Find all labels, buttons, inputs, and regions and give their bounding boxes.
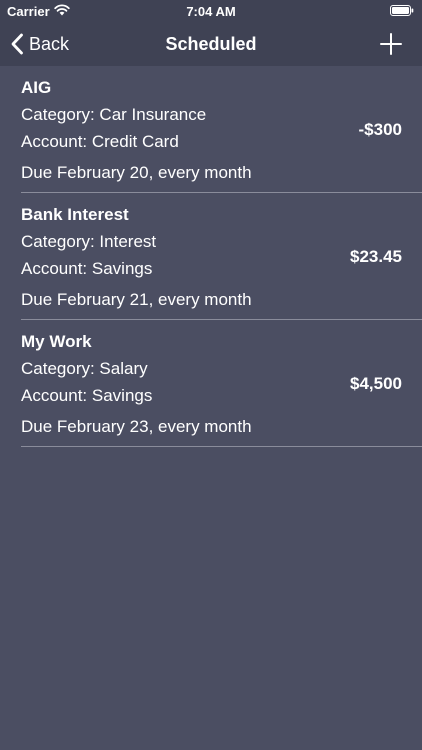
- item-name: AIG: [21, 78, 52, 97]
- item-amount: -$300: [358, 120, 402, 139]
- scheduled-item[interactable]: AIG Category: Car Insurance Account: Cre…: [21, 66, 422, 193]
- item-category: Category: Interest: [21, 232, 157, 251]
- add-button[interactable]: [378, 31, 404, 57]
- item-due-date: Due February 21, every month: [21, 290, 252, 309]
- item-category: Category: Salary: [21, 359, 148, 378]
- item-amount: $23.45: [350, 247, 402, 266]
- plus-icon: [380, 33, 402, 55]
- item-account: Account: Savings: [21, 259, 153, 278]
- item-category: Category: Car Insurance: [21, 105, 207, 124]
- status-time: 7:04 AM: [186, 4, 236, 19]
- back-button[interactable]: Back: [10, 31, 69, 57]
- scheduled-item[interactable]: My Work Category: Salary Account: Saving…: [21, 320, 422, 447]
- scheduled-list: AIG Category: Car Insurance Account: Cre…: [0, 66, 422, 447]
- item-name: My Work: [21, 332, 92, 351]
- status-bar: Carrier 7:04 AM: [0, 0, 422, 22]
- item-due-date: Due February 20, every month: [21, 163, 252, 182]
- navigation-bar: Back Scheduled: [0, 22, 422, 66]
- scheduled-item[interactable]: Bank Interest Category: Interest Account…: [21, 193, 422, 320]
- item-account: Account: Credit Card: [21, 132, 179, 151]
- item-amount: $4,500: [350, 374, 402, 393]
- chevron-left-icon: [11, 33, 23, 55]
- item-name: Bank Interest: [21, 205, 129, 224]
- item-due-date: Due February 23, every month: [21, 417, 252, 436]
- item-account: Account: Savings: [21, 386, 153, 405]
- battery-icon: [390, 5, 414, 16]
- back-label: Back: [29, 33, 70, 54]
